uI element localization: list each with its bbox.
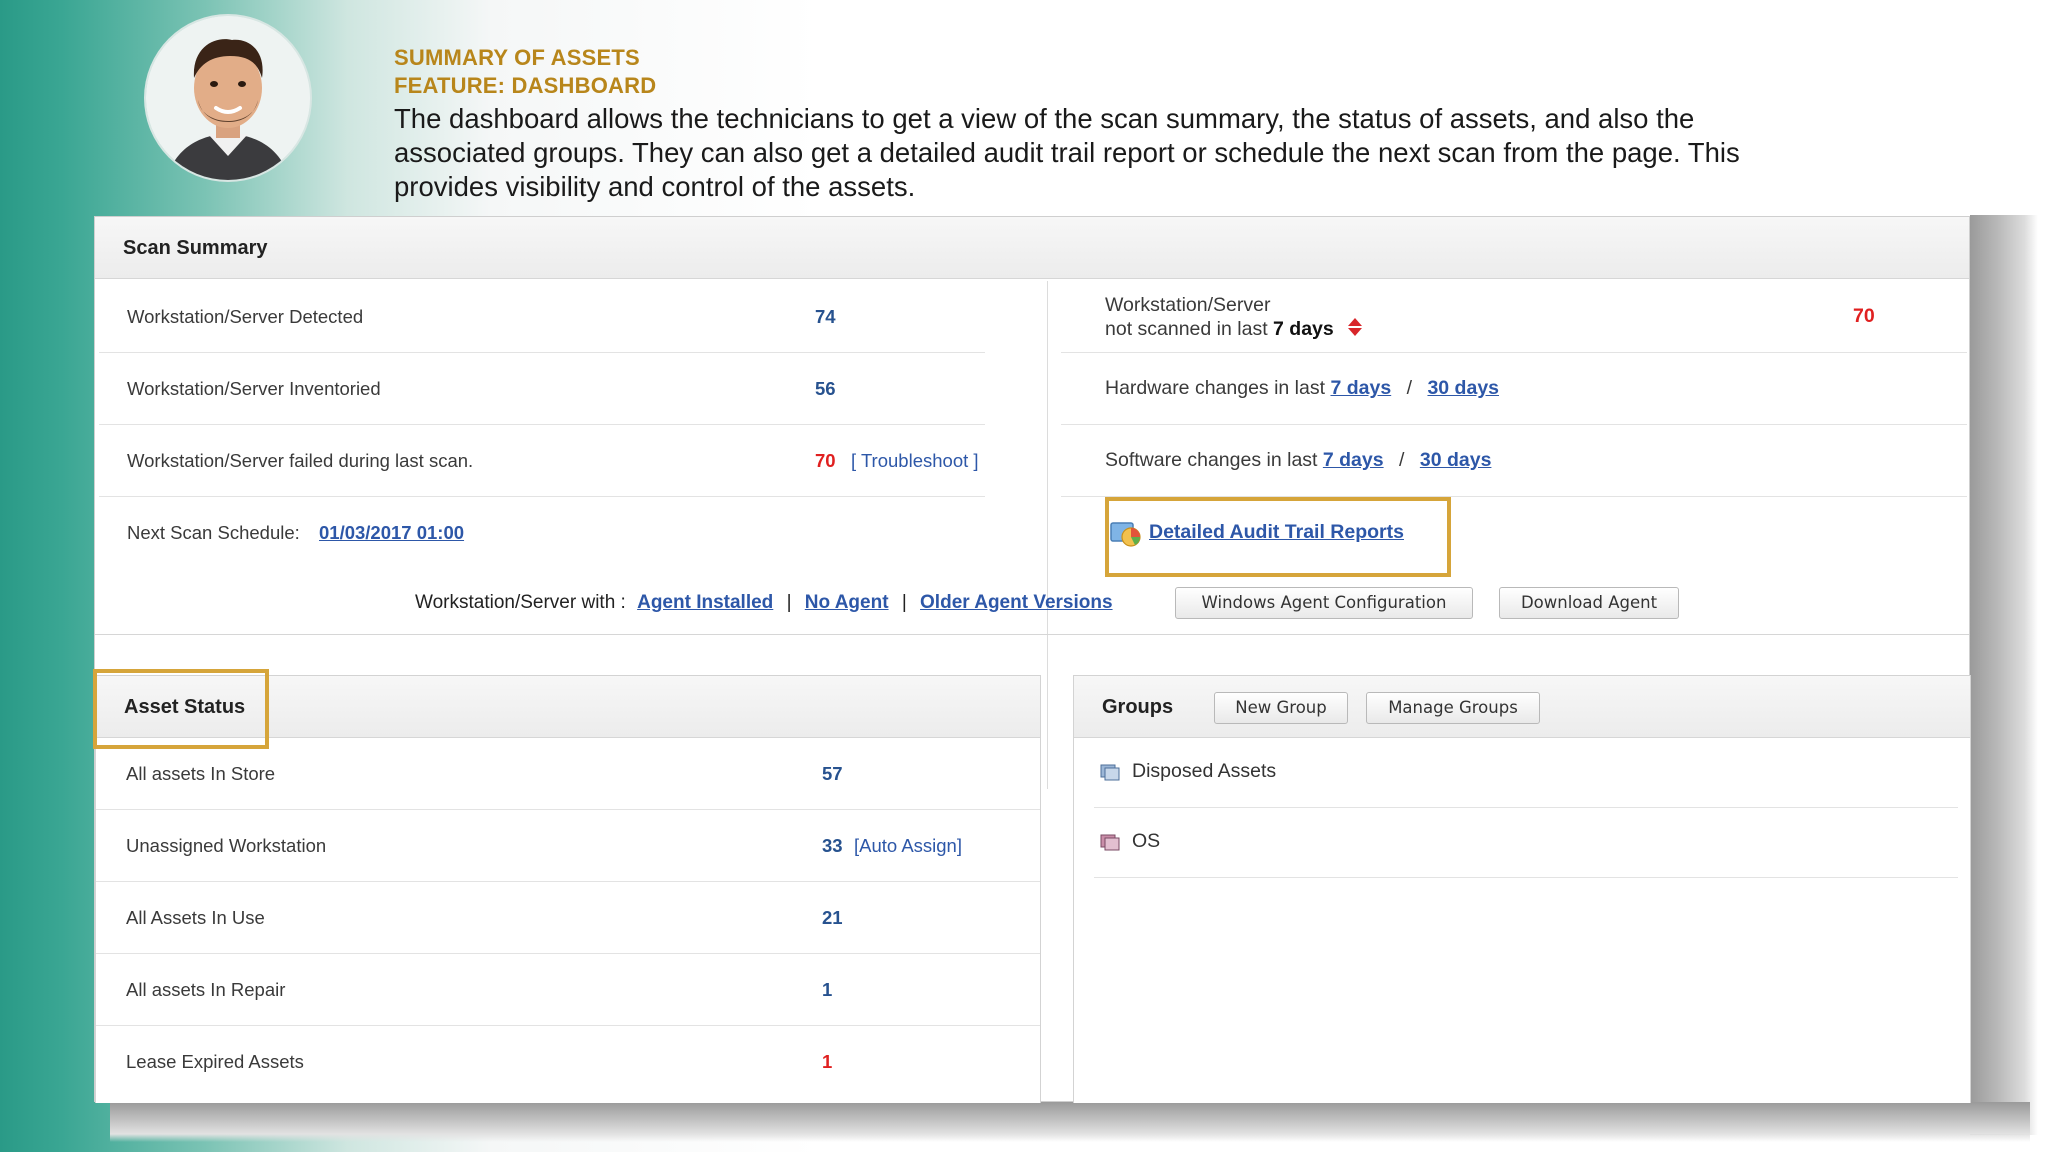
row-label: Workstation/Server Inventoried: [127, 378, 381, 399]
column-divider: [1047, 281, 1048, 789]
failed-count[interactable]: 70: [815, 450, 836, 472]
separator: /: [1399, 449, 1405, 471]
software-changes-label: Software changes in last 7 days / 30 day…: [1105, 449, 1491, 472]
next-scan-date-link[interactable]: 01/03/2017 01:00: [319, 522, 464, 544]
row-next-scan: Next Scan Schedule: 01/03/2017 01:00: [99, 497, 985, 569]
caption-subheading: FEATURE: DASHBOARD: [394, 73, 657, 98]
scan-summary-title: Scan Summary: [123, 237, 268, 259]
inventoried-count[interactable]: 56: [815, 378, 836, 400]
separator: |: [901, 592, 907, 613]
agent-bar: Workstation/Server with : Agent Installe…: [95, 571, 1969, 635]
agent-installed-link[interactable]: Agent Installed: [637, 592, 773, 613]
row-label: All assets In Repair: [126, 979, 286, 1000]
slide-caption: SUMMARY OF ASSETS FEATURE: DASHBOARD The…: [394, 44, 1814, 204]
separator: |: [786, 592, 792, 613]
row-detected: Workstation/Server Detected 74: [99, 281, 985, 353]
software-7-days-link[interactable]: 7 days: [1323, 449, 1384, 471]
unassigned-count[interactable]: 33: [822, 835, 843, 857]
row-failed: Workstation/Server failed during last sc…: [99, 425, 985, 497]
older-agent-versions-link[interactable]: Older Agent Versions: [920, 592, 1113, 613]
not-scanned-label: Workstation/Server not scanned in last 7…: [1105, 293, 1363, 343]
presenter-avatar: [146, 16, 310, 180]
windows-agent-configuration-button[interactable]: Windows Agent Configuration: [1175, 587, 1473, 619]
hardware-label-text: Hardware changes in last: [1105, 377, 1326, 399]
frame-shadow-right: [1970, 215, 2038, 1135]
troubleshoot-link[interactable]: [ Troubleshoot ]: [851, 450, 979, 472]
row-label: All assets In Store: [126, 763, 276, 784]
row-label: Workstation/Server Detected: [127, 306, 364, 327]
caption-description: The dashboard allows the technicians to …: [394, 103, 1740, 202]
row-label: All Assets In Use: [126, 907, 265, 928]
asset-row-in-repair: All assets In Repair 1: [96, 954, 1040, 1026]
software-label-text: Software changes in last: [1105, 449, 1318, 471]
asset-status-highlight-box: [93, 669, 269, 749]
asset-row-lease-expired: Lease Expired Assets 1: [96, 1026, 1040, 1098]
group-item-os[interactable]: OS: [1094, 808, 1958, 878]
not-scanned-prefix: not scanned in last: [1105, 318, 1268, 341]
row-inventoried: Workstation/Server Inventoried 56: [99, 353, 985, 425]
not-scanned-line1: Workstation/Server: [1105, 294, 1271, 316]
sort-arrows-icon[interactable]: [1347, 317, 1363, 343]
row-label: Workstation/Server failed during last sc…: [127, 450, 474, 471]
new-group-button[interactable]: New Group: [1214, 692, 1348, 724]
audit-highlight-box: [1105, 497, 1451, 577]
not-scanned-count[interactable]: 70: [1853, 305, 1875, 328]
asset-row-in-use: All Assets In Use 21: [96, 882, 1040, 954]
asset-row-unassigned: Unassigned Workstation 33 [Auto Assign]: [96, 810, 1040, 882]
next-scan-label: Next Scan Schedule:: [127, 522, 300, 543]
software-30-days-link[interactable]: 30 days: [1420, 449, 1492, 471]
group-label: Disposed Assets: [1132, 760, 1277, 782]
hardware-30-days-link[interactable]: 30 days: [1427, 377, 1499, 399]
row-label: Unassigned Workstation: [126, 835, 327, 856]
scan-summary-header: Scan Summary: [95, 217, 1969, 279]
in-store-count[interactable]: 57: [822, 763, 843, 785]
agent-bar-label-text: Workstation/Server with :: [415, 592, 626, 613]
caption-heading: SUMMARY OF ASSETS: [394, 45, 640, 70]
no-agent-link[interactable]: No Agent: [805, 592, 889, 613]
hardware-changes-label: Hardware changes in last 7 days / 30 day…: [1105, 377, 1499, 400]
row-label: Lease Expired Assets: [126, 1051, 304, 1072]
hardware-7-days-link[interactable]: 7 days: [1330, 377, 1391, 399]
lease-expired-count[interactable]: 1: [822, 1051, 832, 1073]
groups-panel: Groups New Group Manage Groups Disposed …: [1073, 675, 1971, 1103]
group-item-disposed-assets[interactable]: Disposed Assets: [1094, 738, 1958, 808]
groups-header: Groups New Group Manage Groups: [1074, 676, 1970, 738]
auto-assign-link[interactable]: [Auto Assign]: [854, 835, 962, 857]
in-repair-count[interactable]: 1: [822, 979, 832, 1001]
download-agent-button[interactable]: Download Agent: [1499, 587, 1679, 619]
not-scanned-days: 7 days: [1273, 318, 1334, 341]
dashboard-screenshot: Scan Summary Workstation/Server Detected…: [93, 216, 1971, 1103]
frame-shadow-bottom: [110, 1102, 2030, 1142]
group-label: OS: [1132, 830, 1161, 852]
row-not-scanned: Workstation/Server not scanned in last 7…: [1061, 281, 1967, 353]
group-icon: [1100, 762, 1120, 782]
separator: /: [1406, 377, 1413, 399]
in-use-count[interactable]: 21: [822, 907, 843, 929]
groups-title: Groups: [1102, 696, 1174, 718]
agent-bar-label: Workstation/Server with : Agent Installe…: [415, 592, 1113, 614]
group-icon: [1100, 832, 1120, 852]
detected-count[interactable]: 74: [815, 306, 836, 328]
row-software-changes: Software changes in last 7 days / 30 day…: [1061, 425, 1967, 497]
manage-groups-button[interactable]: Manage Groups: [1366, 692, 1540, 724]
row-hardware-changes: Hardware changes in last 7 days / 30 day…: [1061, 353, 1967, 425]
